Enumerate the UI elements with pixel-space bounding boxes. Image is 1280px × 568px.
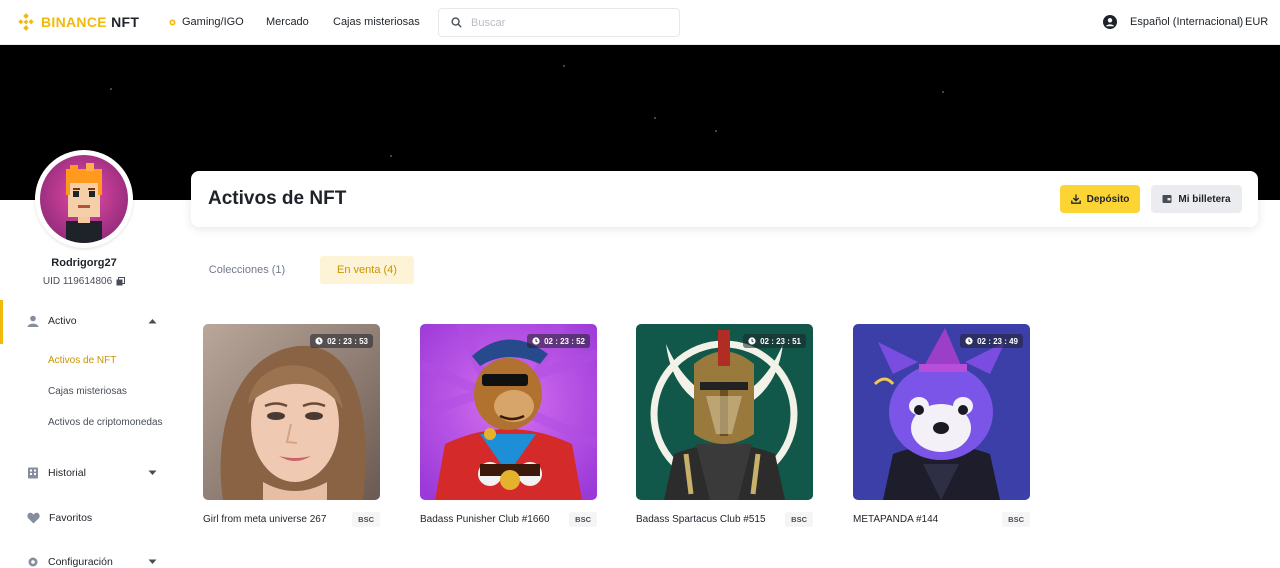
brand-main: BINANCE: [41, 14, 107, 30]
top-navigation-bar: BINANCE NFT Gaming/IGO Mercado Cajas mis…: [0, 0, 1280, 45]
currency-selector[interactable]: EUR: [1245, 16, 1268, 28]
banner-star: [942, 91, 944, 93]
clock-icon: [532, 337, 540, 345]
nft-image[interactable]: 02 : 23 : 52: [420, 324, 597, 500]
search-input[interactable]: [471, 16, 661, 29]
page-title: Activos de NFT: [208, 188, 347, 209]
banner-star: [563, 65, 565, 67]
clock-icon: [965, 337, 973, 345]
nft-image[interactable]: 02 : 23 : 53: [203, 324, 380, 500]
language-selector[interactable]: Español (Internacional): [1130, 16, 1243, 28]
sidebar-item-configuracion[interactable]: Configuración: [27, 556, 113, 568]
sidebar-sub-cajas-misteriosas[interactable]: Cajas misteriosas: [48, 386, 127, 397]
sidebar-item-activo[interactable]: Activo: [27, 315, 77, 327]
gear-icon: [28, 557, 38, 567]
sidebar-sub-activos-nft[interactable]: Activos de NFT: [48, 355, 116, 366]
nft-countdown: 02 : 23 : 51: [743, 334, 806, 348]
nft-chain-badge: BSC: [352, 512, 380, 527]
sidebar-item-historial[interactable]: Historial: [27, 467, 86, 479]
nft-name[interactable]: Girl from meta universe 267: [203, 514, 326, 525]
nft-countdown: 02 : 23 : 49: [960, 334, 1023, 348]
grid-icon: [28, 467, 38, 479]
heart-icon: [27, 512, 40, 524]
nft-image[interactable]: 02 : 23 : 49: [853, 324, 1030, 500]
nft-countdown: 02 : 23 : 52: [527, 334, 590, 348]
tab-en-venta[interactable]: En venta (4): [320, 256, 414, 284]
nav-cajas-misteriosas[interactable]: Cajas misteriosas: [333, 16, 420, 28]
sidebar-item-label: Favoritos: [49, 512, 93, 524]
search-box[interactable]: [438, 8, 680, 37]
tab-colecciones[interactable]: Colecciones (1): [198, 256, 296, 284]
sidebar-sub-activos-cripto[interactable]: Activos de criptomonedas: [48, 417, 163, 428]
deposit-label: Depósito: [1086, 193, 1130, 205]
wallet-button[interactable]: Mi billetera: [1151, 185, 1242, 213]
nft-card[interactable]: 02 : 23 : 49 METAPANDA #144 BSC: [853, 324, 1030, 527]
wallet-label: Mi billetera: [1178, 193, 1231, 205]
user-icon: [27, 315, 39, 327]
chevron-up-icon[interactable]: [148, 318, 157, 324]
clock-icon: [748, 337, 756, 345]
brand-sub: NFT: [111, 14, 140, 30]
sidebar-item-label: Historial: [48, 467, 86, 479]
nav-gaming-igo[interactable]: Gaming/IGO: [167, 16, 244, 28]
avatar[interactable]: [40, 155, 128, 243]
sparkle-icon: [169, 19, 176, 25]
nft-countdown: 02 : 23 : 53: [310, 334, 373, 348]
chevron-down-icon[interactable]: [148, 470, 157, 476]
binance-nft-logo[interactable]: BINANCE NFT: [17, 13, 139, 31]
search-icon: [451, 17, 462, 28]
sidebar-item-label: Activo: [48, 315, 77, 327]
avatar-frame: [35, 150, 133, 248]
nft-chain-badge: BSC: [569, 512, 597, 527]
sidebar-item-favoritos[interactable]: Favoritos: [27, 512, 92, 524]
nav-mercado[interactable]: Mercado: [266, 16, 309, 28]
nft-countdown-value: 02 : 23 : 52: [544, 336, 585, 346]
nft-card[interactable]: 02 : 23 : 52 Badass Punisher Club #1660 …: [420, 324, 597, 527]
account-icon[interactable]: [1103, 15, 1117, 29]
nft-name[interactable]: Badass Spartacus Club #515: [636, 514, 766, 525]
chevron-down-icon[interactable]: [148, 559, 157, 565]
profile-uid: UID 119614806: [42, 276, 113, 287]
nft-countdown-value: 02 : 23 : 49: [977, 336, 1018, 346]
header-divider: [1239, 16, 1240, 28]
profile-uid-row: UID 119614806: [0, 276, 168, 287]
nft-chain-badge: BSC: [785, 512, 813, 527]
banner-star: [715, 130, 717, 132]
nft-countdown-value: 02 : 23 : 53: [327, 336, 368, 346]
deposit-button[interactable]: Depósito: [1060, 185, 1140, 213]
nft-chain-badge: BSC: [1002, 512, 1030, 527]
binance-logo-icon: [18, 13, 34, 31]
nft-name[interactable]: METAPANDA #144: [853, 514, 938, 525]
nft-card[interactable]: 02 : 23 : 53 Girl from meta universe 267…: [203, 324, 380, 527]
banner-star: [390, 155, 392, 157]
sidebar-item-label: Configuración: [48, 556, 113, 568]
nft-image[interactable]: 02 : 23 : 51: [636, 324, 813, 500]
nav-gaming-label: Gaming/IGO: [182, 16, 244, 28]
copy-icon[interactable]: [116, 277, 126, 286]
wallet-icon: [1162, 195, 1172, 203]
clock-icon: [315, 337, 323, 345]
banner-star: [110, 88, 112, 90]
sidebar-active-indicator: [0, 300, 3, 344]
nft-assets-header-card: Activos de NFT Depósito Mi billetera: [191, 171, 1258, 227]
nft-countdown-value: 02 : 23 : 51: [760, 336, 801, 346]
nft-card[interactable]: 02 : 23 : 51 Badass Spartacus Club #515 …: [636, 324, 813, 527]
nft-name[interactable]: Badass Punisher Club #1660: [420, 514, 550, 525]
banner-star: [654, 117, 656, 119]
profile-username: Rodrigorg27: [51, 257, 117, 269]
download-icon: [1070, 194, 1081, 204]
